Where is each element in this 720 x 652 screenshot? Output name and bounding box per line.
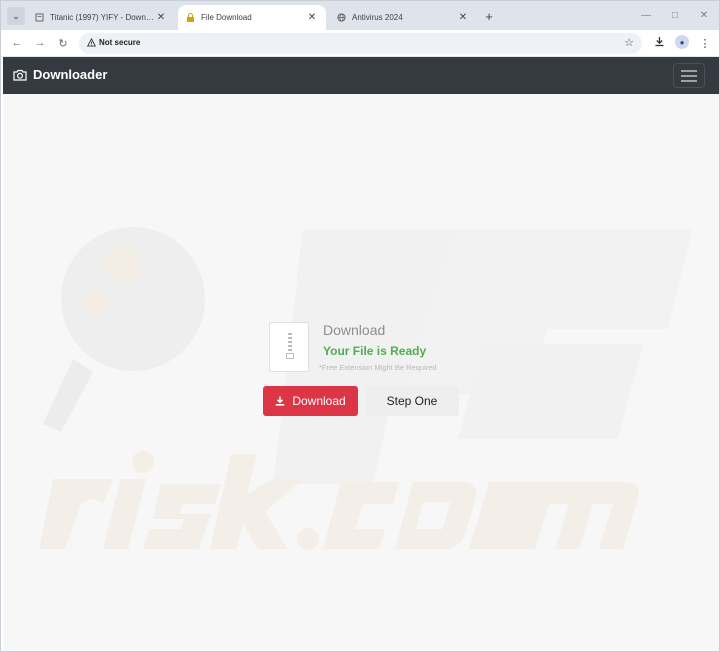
kebab-menu-icon: ⋮	[699, 37, 711, 50]
arrow-left-icon: ←	[11, 37, 23, 49]
close-icon: ✕	[699, 9, 709, 21]
navbar-toggle-button[interactable]	[673, 63, 705, 88]
page-body: Download Your File is Ready *Free Extens…	[3, 94, 719, 651]
site-brand[interactable]: Downloader	[13, 67, 107, 82]
zip-file-icon	[269, 322, 309, 372]
brand-label: Downloader	[33, 67, 108, 82]
lock-icon	[186, 13, 195, 22]
bookmark-star-icon[interactable]: ☆	[624, 36, 634, 49]
tab-antivirus[interactable]: Antivirus 2024 ✕	[329, 5, 477, 30]
downloads-button[interactable]	[651, 35, 667, 51]
back-button[interactable]: ←	[9, 35, 25, 51]
new-tab-button[interactable]: +	[481, 8, 497, 24]
tab-label: Antivirus 2024	[352, 13, 403, 22]
warning-icon	[86, 37, 97, 49]
download-card: Download Your File is Ready *Free Extens…	[269, 322, 469, 382]
person-icon: ●	[679, 37, 685, 47]
plus-icon: +	[485, 8, 493, 24]
close-icon[interactable]: ✕	[457, 12, 469, 24]
download-button[interactable]: Download	[263, 386, 358, 416]
tab-label: File Download	[201, 13, 252, 22]
maximize-icon: □	[671, 9, 679, 21]
chevron-down-icon: ⌄	[12, 10, 20, 21]
arrow-right-icon: →	[34, 37, 46, 49]
tab-strip: ⌄ Titanic (1997) YIFY - Download ✕ File …	[1, 1, 719, 30]
hamburger-line	[681, 74, 697, 77]
address-bar[interactable]: Not secure ☆	[79, 33, 642, 54]
page-icon	[35, 13, 44, 22]
tab-label: Titanic (1997) YIFY - Download	[50, 13, 155, 22]
window-close-button[interactable]: ✕	[695, 7, 713, 23]
browser-menu-button[interactable]: ⋮	[697, 35, 713, 51]
close-icon[interactable]: ✕	[306, 12, 318, 24]
step-one-button-label: Step One	[386, 394, 438, 408]
site-navbar: Downloader	[3, 57, 719, 94]
zipper-pull	[286, 353, 294, 359]
reload-icon: ↻	[58, 37, 68, 50]
tab-titanic[interactable]: Titanic (1997) YIFY - Download ✕	[27, 5, 175, 30]
zipper-stripe	[288, 333, 292, 355]
tab-search-button[interactable]: ⌄	[7, 7, 25, 25]
card-title: Download	[323, 322, 386, 338]
forward-button[interactable]: →	[32, 35, 48, 51]
security-label[interactable]: Not secure	[99, 38, 140, 47]
profile-avatar[interactable]: ●	[675, 35, 689, 49]
download-icon	[276, 396, 285, 406]
minimize-icon: —	[641, 9, 651, 21]
close-icon[interactable]: ✕	[155, 12, 167, 24]
hamburger-line	[681, 79, 697, 82]
tab-file-download[interactable]: File Download ✕	[178, 5, 326, 30]
globe-icon	[337, 13, 346, 22]
minimize-button[interactable]: —	[637, 7, 655, 23]
browser-toolbar: ← → ↻ Not secure ☆ ● ⋮	[1, 30, 719, 57]
step-one-button[interactable]: Step One	[365, 386, 459, 416]
maximize-button[interactable]: □	[666, 7, 684, 23]
download-button-label: Download	[292, 394, 346, 408]
camera-icon	[13, 69, 27, 81]
extension-note: *Free Extension Might Be Required	[319, 363, 437, 372]
download-icon	[654, 36, 665, 50]
hamburger-icon	[681, 69, 697, 72]
browser-window: ⌄ Titanic (1997) YIFY - Download ✕ File …	[0, 0, 720, 652]
ready-status: Your File is Ready	[323, 344, 427, 358]
reload-button[interactable]: ↻	[55, 35, 71, 51]
